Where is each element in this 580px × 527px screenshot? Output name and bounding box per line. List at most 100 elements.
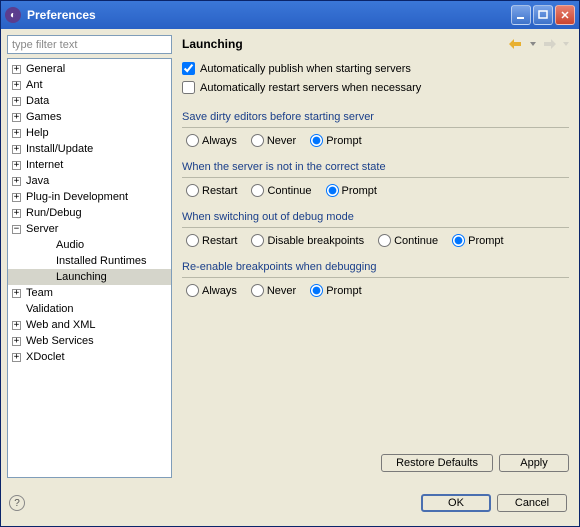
- tree-item-run-debug[interactable]: +Run/Debug: [8, 205, 171, 221]
- radio-input[interactable]: [310, 284, 323, 297]
- tree-item-label: Validation: [24, 302, 76, 316]
- expander-icon[interactable]: +: [12, 209, 21, 218]
- apply-button[interactable]: Apply: [499, 454, 569, 472]
- auto-restart-input[interactable]: [182, 81, 195, 94]
- radio-disable-breakpoints[interactable]: Disable breakpoints: [251, 234, 364, 247]
- back-dropdown[interactable]: [529, 37, 536, 51]
- expander-icon[interactable]: +: [12, 161, 21, 170]
- forward-button[interactable]: [540, 37, 558, 51]
- expander-icon[interactable]: +: [12, 321, 21, 330]
- titlebar[interactable]: ◐ Preferences: [1, 1, 579, 29]
- tree-item-data[interactable]: +Data: [8, 93, 171, 109]
- tree-item-launching[interactable]: Launching: [8, 269, 171, 285]
- tree-item-label: XDoclet: [24, 350, 67, 364]
- radio-never[interactable]: Never: [251, 134, 296, 147]
- tree-item-label: Java: [24, 174, 51, 188]
- radio-label: Never: [267, 135, 296, 147]
- radio-restart[interactable]: Restart: [186, 234, 237, 247]
- radio-label: Restart: [202, 185, 237, 197]
- radio-input[interactable]: [186, 184, 199, 197]
- left-pane: +General+Ant+Data+Games+Help+Install/Upd…: [7, 35, 172, 478]
- tree-item-internet[interactable]: +Internet: [8, 157, 171, 173]
- preferences-window: ◐ Preferences +General+Ant+Data+Games+He…: [0, 0, 580, 527]
- radio-always[interactable]: Always: [186, 134, 237, 147]
- expander-icon[interactable]: +: [12, 193, 21, 202]
- radio-input[interactable]: [251, 134, 264, 147]
- right-pane: Launching Automatically publish when sta…: [178, 35, 573, 478]
- radio-always[interactable]: Always: [186, 284, 237, 297]
- minimize-button[interactable]: [511, 5, 531, 25]
- radio-restart[interactable]: Restart: [186, 184, 237, 197]
- tree-item-audio[interactable]: Audio: [8, 237, 171, 253]
- window-title: Preferences: [27, 8, 511, 22]
- tree-item-install-update[interactable]: +Install/Update: [8, 141, 171, 157]
- expander-icon[interactable]: +: [12, 177, 21, 186]
- expander-icon[interactable]: +: [12, 97, 21, 106]
- tree-item-label: Web and XML: [24, 318, 98, 332]
- expander-icon[interactable]: −: [12, 225, 21, 234]
- radio-prompt[interactable]: Prompt: [452, 234, 503, 247]
- expander-icon[interactable]: +: [12, 353, 21, 362]
- tree-item-help[interactable]: +Help: [8, 125, 171, 141]
- restore-defaults-button[interactable]: Restore Defaults: [381, 454, 493, 472]
- radio-input[interactable]: [251, 284, 264, 297]
- radio-input[interactable]: [452, 234, 465, 247]
- maximize-button[interactable]: [533, 5, 553, 25]
- back-button[interactable]: [507, 37, 525, 51]
- auto-publish-checkbox[interactable]: Automatically publish when starting serv…: [182, 59, 569, 78]
- radio-input[interactable]: [310, 134, 323, 147]
- auto-publish-input[interactable]: [182, 62, 195, 75]
- tree-item-general[interactable]: +General: [8, 61, 171, 77]
- group-title: When the server is not in the correct st…: [182, 161, 569, 173]
- expander-icon[interactable]: +: [12, 81, 21, 90]
- radio-input[interactable]: [186, 134, 199, 147]
- tree-item-plug-in-development[interactable]: +Plug-in Development: [8, 189, 171, 205]
- filter-input[interactable]: [7, 35, 172, 54]
- expander-icon[interactable]: +: [12, 65, 21, 74]
- tree-item-team[interactable]: +Team: [8, 285, 171, 301]
- expander-icon[interactable]: +: [12, 289, 21, 298]
- expander-icon[interactable]: +: [12, 113, 21, 122]
- app-icon: ◐: [5, 7, 21, 23]
- tree-item-label: Team: [24, 286, 55, 300]
- tree-item-validation[interactable]: Validation: [8, 301, 171, 317]
- auto-publish-label: Automatically publish when starting serv…: [200, 63, 411, 75]
- radio-never[interactable]: Never: [251, 284, 296, 297]
- radio-continue[interactable]: Continue: [251, 184, 311, 197]
- close-button[interactable]: [555, 5, 575, 25]
- group-title: When switching out of debug mode: [182, 211, 569, 223]
- radio-label: Never: [267, 285, 296, 297]
- auto-restart-checkbox[interactable]: Automatically restart servers when neces…: [182, 78, 569, 97]
- forward-dropdown[interactable]: [562, 37, 569, 51]
- tree-item-web-and-xml[interactable]: +Web and XML: [8, 317, 171, 333]
- preferences-tree[interactable]: +General+Ant+Data+Games+Help+Install/Upd…: [7, 58, 172, 478]
- expander-icon[interactable]: +: [12, 129, 21, 138]
- tree-item-server[interactable]: −Server: [8, 221, 171, 237]
- radio-input[interactable]: [251, 234, 264, 247]
- expander-icon[interactable]: +: [12, 337, 21, 346]
- tree-item-xdoclet[interactable]: +XDoclet: [8, 349, 171, 365]
- tree-item-java[interactable]: +Java: [8, 173, 171, 189]
- radio-input[interactable]: [326, 184, 339, 197]
- radio-input[interactable]: [251, 184, 264, 197]
- radio-continue[interactable]: Continue: [378, 234, 438, 247]
- radio-prompt[interactable]: Prompt: [310, 284, 361, 297]
- tree-item-installed-runtimes[interactable]: Installed Runtimes: [8, 253, 171, 269]
- help-icon[interactable]: ?: [9, 495, 25, 511]
- radio-label: Restart: [202, 235, 237, 247]
- option-group-4: Re-enable breakpoints when debuggingAlwa…: [182, 261, 569, 297]
- radio-input[interactable]: [186, 284, 199, 297]
- tree-item-web-services[interactable]: +Web Services: [8, 333, 171, 349]
- radio-input[interactable]: [378, 234, 391, 247]
- radio-prompt[interactable]: Prompt: [310, 134, 361, 147]
- tree-item-label: Run/Debug: [24, 206, 84, 220]
- tree-item-label: Data: [24, 94, 51, 108]
- ok-button[interactable]: OK: [421, 494, 491, 512]
- radio-input[interactable]: [186, 234, 199, 247]
- radio-prompt[interactable]: Prompt: [326, 184, 377, 197]
- expander-icon[interactable]: +: [12, 145, 21, 154]
- cancel-button[interactable]: Cancel: [497, 494, 567, 512]
- tree-item-games[interactable]: +Games: [8, 109, 171, 125]
- radio-label: Prompt: [326, 285, 361, 297]
- tree-item-ant[interactable]: +Ant: [8, 77, 171, 93]
